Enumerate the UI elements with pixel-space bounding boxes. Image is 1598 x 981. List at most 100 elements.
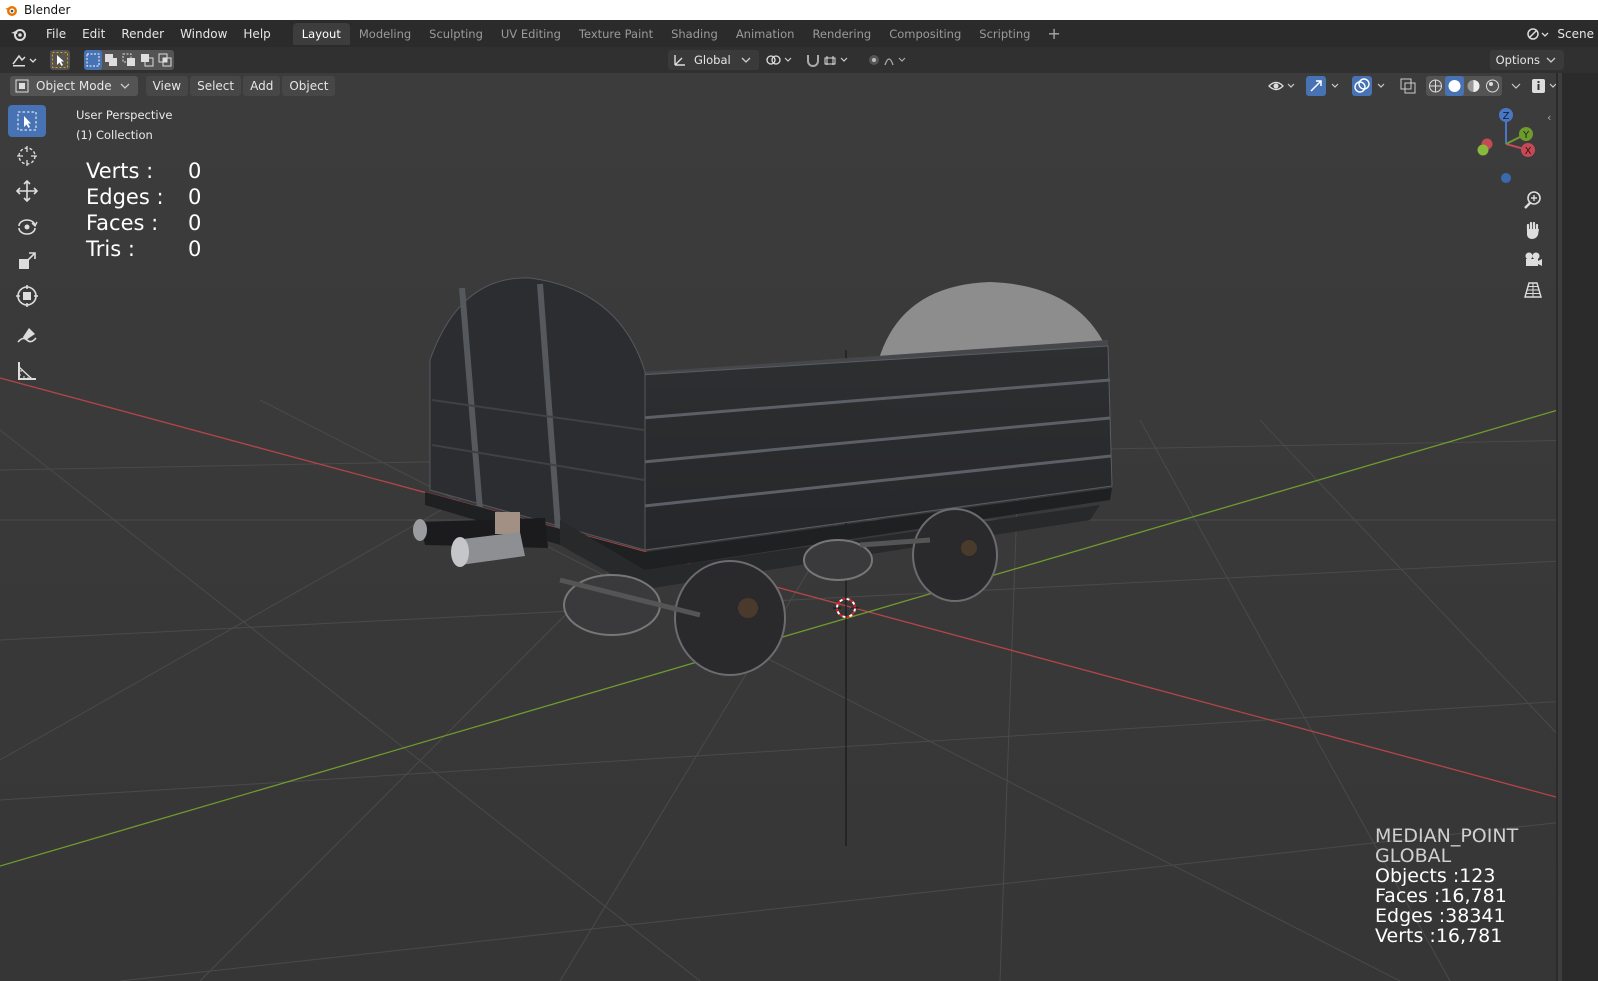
sidebar-collapse-icon[interactable]: ‹ <box>1547 111 1551 124</box>
scale-icon <box>19 252 36 269</box>
menu-help[interactable]: Help <box>235 24 278 44</box>
scene-name: Scene <box>1557 26 1594 41</box>
transform-icon <box>16 285 38 307</box>
tab-shading[interactable]: Shading <box>662 23 727 45</box>
zoom-button[interactable] <box>1519 186 1547 214</box>
select-new-icon <box>86 53 100 67</box>
stat-label: Faces : <box>86 211 159 235</box>
camera-view-button[interactable] <box>1519 246 1547 274</box>
stat-label: Edges : <box>86 185 164 209</box>
object-mode-dropdown[interactable]: Object Mode <box>10 76 138 96</box>
snap-controls[interactable] <box>805 50 857 70</box>
cursor-tool[interactable] <box>8 140 46 172</box>
blender-menu-icon[interactable] <box>6 24 32 44</box>
faces-count: Faces :16,781 <box>1375 885 1507 907</box>
tab-compositing[interactable]: Compositing <box>880 23 970 45</box>
tab-modeling[interactable]: Modeling <box>350 23 420 45</box>
tab-animation[interactable]: Animation <box>727 23 804 45</box>
tab-sculpting[interactable]: Sculpting <box>420 23 492 45</box>
blender-logo-icon <box>5 6 17 16</box>
options-dropdown[interactable]: Options <box>1489 50 1564 70</box>
select-intersect-icon <box>158 53 172 67</box>
tool-shelf <box>8 105 50 390</box>
select-intersect-mode[interactable] <box>156 50 174 70</box>
rendered-shading-icon[interactable] <box>1483 76 1502 96</box>
tab-layout[interactable]: Layout <box>292 22 350 45</box>
add-workspace-button[interactable]: + <box>1039 22 1068 45</box>
ortho-toggle-button[interactable] <box>1519 276 1547 304</box>
menu-window[interactable]: Window <box>172 24 235 44</box>
pan-button[interactable] <box>1519 216 1547 244</box>
tool-header: Global Options <box>0 47 1598 73</box>
tab-texture-paint[interactable]: Texture Paint <box>570 23 662 45</box>
stat-row: Faces : 0 <box>86 210 218 236</box>
wireframe-shading-icon[interactable] <box>1426 76 1445 96</box>
tab-scripting[interactable]: Scripting <box>970 23 1039 45</box>
view-menu[interactable]: View <box>145 76 189 96</box>
solid-shading-icon[interactable] <box>1445 76 1464 96</box>
chevron-down-icon <box>741 57 751 63</box>
menu-render[interactable]: Render <box>113 24 172 44</box>
annotate-icon <box>17 328 37 343</box>
menu-file[interactable]: File <box>38 24 74 44</box>
select-menu[interactable]: Select <box>190 76 242 96</box>
overlays-toggle-icon[interactable] <box>1352 76 1390 96</box>
rotate-tool[interactable] <box>8 210 46 242</box>
object-menu[interactable]: Object <box>282 76 336 96</box>
pivot-point-label: MEDIAN_POINT <box>1375 825 1519 847</box>
stat-label: Tris : <box>86 237 135 261</box>
select-box-tool[interactable] <box>8 105 46 137</box>
select-new-mode[interactable] <box>84 50 102 70</box>
stat-value: 0 <box>188 237 202 261</box>
select-tool-button[interactable] <box>50 50 70 70</box>
proportional-editing[interactable] <box>867 50 913 70</box>
stat-row: Edges : 0 <box>86 184 218 210</box>
workspace-tabs: Layout Modeling Sculpting UV Editing Tex… <box>292 22 1069 45</box>
menu-edit[interactable]: Edit <box>74 24 113 44</box>
navigation-gizmo[interactable]: Z X Y <box>1474 104 1546 188</box>
gizmo-y-label: Y <box>1522 130 1530 141</box>
select-subtract-mode[interactable] <box>120 50 138 70</box>
window-title: Blender <box>24 3 71 17</box>
gizmo-neg-y-axis[interactable] <box>1477 144 1489 156</box>
editor-type-icon <box>12 54 37 67</box>
scale-tool[interactable] <box>8 245 46 277</box>
stat-value: 0 <box>188 185 202 209</box>
viewport-header: Object Mode View Select Add Object <box>0 73 1598 99</box>
objects-count: Objects :123 <box>1375 865 1496 887</box>
top-menubar: File Edit Render Window Help Layout Mode… <box>0 20 1598 47</box>
gizmo-toggle-icon[interactable] <box>1306 76 1344 96</box>
verts-count: Verts :16,781 <box>1375 925 1503 947</box>
measure-tool[interactable] <box>8 355 46 387</box>
orientation-value: Global <box>694 53 731 67</box>
shading-options-chevron-icon[interactable] <box>1510 76 1522 96</box>
xray-toggle-icon[interactable] <box>1398 76 1418 96</box>
stat-row: Verts : 0 <box>86 158 218 184</box>
tab-uv-editing[interactable]: UV Editing <box>492 23 570 45</box>
add-menu[interactable]: Add <box>243 76 281 96</box>
gizmo-z-label: Z <box>1503 111 1510 122</box>
options-label: Options <box>1495 53 1540 67</box>
pivot-point-dropdown[interactable] <box>765 50 797 70</box>
camera-icon <box>1525 252 1542 266</box>
measure-icon <box>18 362 36 380</box>
area-divider[interactable] <box>1558 73 1562 981</box>
visibility-eye-icon[interactable] <box>1266 77 1298 95</box>
select-extend-mode[interactable] <box>102 50 120 70</box>
scene-selector[interactable]: Scene <box>1525 20 1598 47</box>
gizmo-neg-z-axis[interactable] <box>1501 173 1511 183</box>
shading-mode-group <box>1426 76 1502 96</box>
material-shading-icon[interactable] <box>1464 76 1483 96</box>
snap-magnet-icon <box>806 55 848 67</box>
move-tool[interactable] <box>8 175 46 207</box>
transform-tool[interactable] <box>8 280 46 312</box>
editor-type-button[interactable] <box>10 50 40 70</box>
move-icon <box>15 179 39 203</box>
object-mode-icon <box>15 79 29 93</box>
annotate-tool[interactable] <box>8 320 46 352</box>
zoom-icon <box>1524 191 1541 209</box>
select-invert-mode[interactable] <box>138 50 156 70</box>
transform-orientation-dropdown[interactable]: Global <box>668 50 759 70</box>
tab-rendering[interactable]: Rendering <box>803 23 880 45</box>
3d-viewport[interactable] <box>0 73 1582 981</box>
